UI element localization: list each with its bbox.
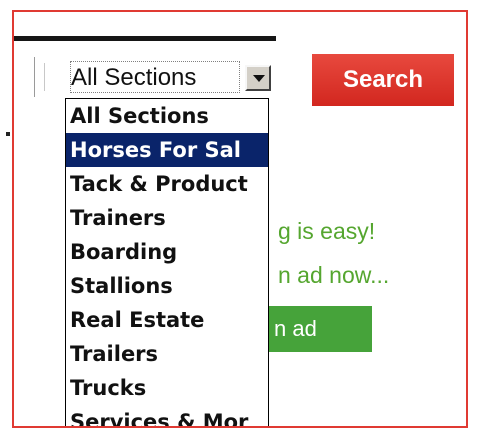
dropdown-option-tack-products[interactable]: Tack & Product (66, 167, 268, 201)
promo-text-line2: n ad now... (278, 262, 390, 288)
search-widget: All Sections Search g is easy! n ad now.… (12, 10, 468, 428)
dropdown-option-stallions[interactable]: Stallions (66, 269, 268, 303)
top-bar (14, 36, 276, 41)
search-button[interactable]: Search (312, 54, 454, 106)
dropdown-option-boarding[interactable]: Boarding (66, 235, 268, 269)
dropdown-option-real-estate[interactable]: Real Estate (66, 303, 268, 337)
section-dropdown-list[interactable]: All Sections Horses For Sal Tack & Produ… (65, 98, 269, 426)
section-select[interactable]: All Sections (34, 57, 288, 97)
dropdown-option-trailers[interactable]: Trailers (66, 337, 268, 371)
dropdown-option-horses-for-sale[interactable]: Horses For Sal (66, 133, 268, 167)
place-ad-button[interactable]: n ad (262, 306, 372, 352)
dropdown-option-all-sections[interactable]: All Sections (66, 99, 268, 133)
select-current-value: All Sections (71, 64, 197, 91)
chevron-down-icon[interactable] (245, 65, 271, 91)
dropdown-option-trucks[interactable]: Trucks (66, 371, 268, 405)
dropdown-option-services-more[interactable]: Services & Mor (66, 405, 268, 426)
promo-text-line1: g is easy! (278, 218, 376, 244)
bullet-mark (6, 132, 10, 136)
dropdown-option-trainers[interactable]: Trainers (66, 201, 268, 235)
